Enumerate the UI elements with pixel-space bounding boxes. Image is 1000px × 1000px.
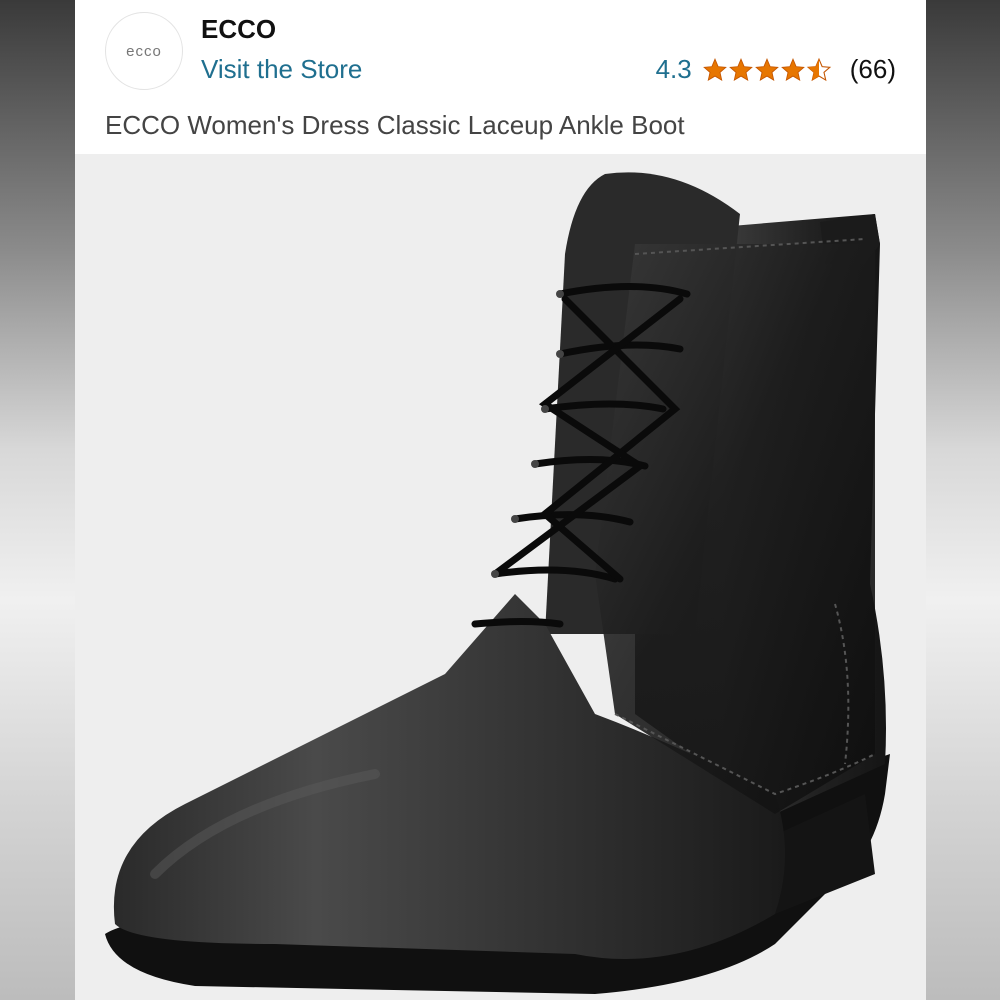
star-full-icon [780, 57, 805, 81]
product-title: ECCO Women's Dress Classic Laceup Ankle … [105, 110, 685, 140]
brand-name: ECCO [201, 14, 277, 44]
star-full-icon [702, 57, 727, 81]
boot-illustration [105, 172, 890, 994]
rating-summary[interactable]: 4.3 (66) [656, 54, 896, 85]
star-rating [702, 57, 832, 83]
blurred-background-left [0, 0, 75, 1000]
rating-count: (66) [849, 54, 896, 84]
star-full-icon [754, 57, 779, 81]
brand-header: ecco ECCO Visit the Store 4.3 (66) [75, 0, 926, 100]
star-half-icon [806, 57, 831, 81]
blurred-background-right [925, 0, 1000, 1000]
product-card: ecco ECCO Visit the Store 4.3 (66) ECCO … [75, 0, 926, 1000]
brand-logo[interactable]: ecco [105, 12, 183, 90]
brand-logo-text: ecco [126, 42, 162, 60]
rating-value: 4.3 [655, 54, 692, 84]
star-full-icon [728, 57, 753, 81]
product-image[interactable] [75, 154, 926, 1000]
visit-store-link[interactable]: Visit the Store [201, 54, 362, 85]
